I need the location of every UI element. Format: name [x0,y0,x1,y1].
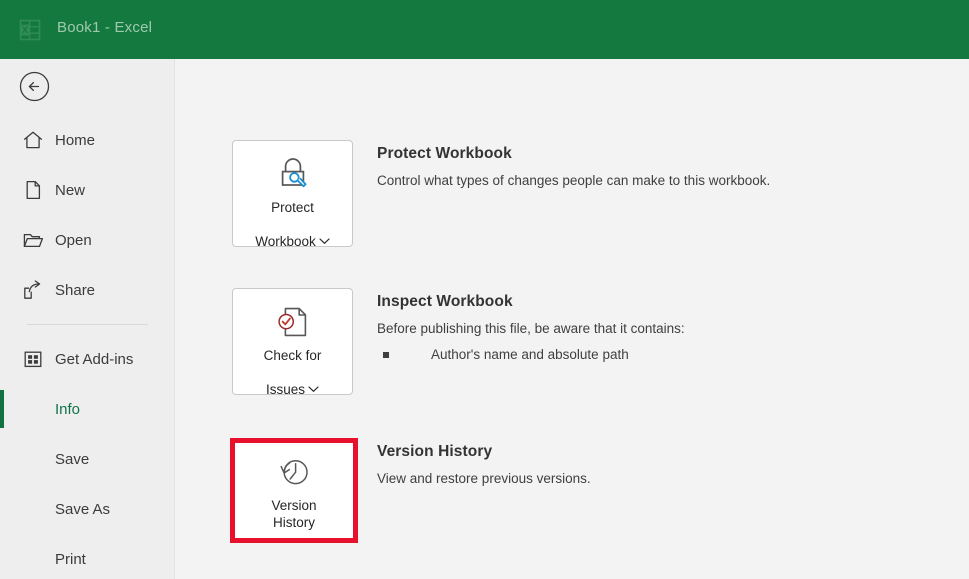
inspect-workbook-text: Inspect Workbook Before publishing this … [377,293,937,364]
folder-icon [22,229,44,251]
section-heading: Inspect Workbook [377,293,513,310]
version-history-button-label: Version History [271,498,317,530]
addins-icon [22,348,44,370]
excel-backstage-info-view: Home New Open Share Get Add-ins Info Sav… [0,0,969,579]
selection-indicator [0,390,4,428]
list-item: Author's name and absolute path [377,345,937,364]
sidebar-item-label: Get Add-ins [55,350,134,368]
section-heading: Protect Workbook [377,145,512,162]
sidebar-item-info[interactable]: Info [0,384,175,434]
chevron-down-icon [308,363,319,397]
new-file-icon [22,179,44,201]
section-description: Before publishing this file, be aware th… [377,321,685,336]
protect-workbook-button-label: Protect Workbook [255,199,330,250]
sidebar-item-label: New [55,181,86,199]
backstage-content: Info Protect Workbook Protect Workbook [176,0,969,579]
sidebar-item-label: Print [55,550,86,568]
sidebar-item-label: Home [55,131,96,149]
version-history-button[interactable]: Version History [230,438,358,543]
section-description: Control what types of changes people can… [377,173,771,188]
bullet-icon [383,352,389,358]
document-check-icon [272,302,314,342]
backstage-sidebar: Home New Open Share Get Add-ins Info Sav… [0,0,175,579]
protect-workbook-text: Protect Workbook Control what types of c… [377,145,937,190]
sidebar-item-new[interactable]: New [0,165,175,215]
check-for-issues-button[interactable]: Check for Issues [232,288,353,397]
sidebar-item-save[interactable]: Save [0,434,175,484]
svg-text:X: X [22,25,28,35]
sidebar-divider [27,324,148,325]
sidebar-item-label: Info [55,400,81,418]
sidebar-item-get-add-ins[interactable]: Get Add-ins [0,334,175,384]
back-arrow-icon [19,71,50,102]
title-bar: X Book1 - Excel [0,0,969,59]
sidebar-item-label: Open [55,231,92,249]
sidebar-item-label: Share [55,281,96,299]
back-button[interactable] [19,71,50,102]
sidebar-nav-list: Home New Open Share Get Add-ins Info Sav… [0,115,175,579]
home-icon [22,129,44,151]
sidebar-item-open[interactable]: Open [0,215,175,265]
section-heading: Version History [377,443,493,460]
sidebar-item-print[interactable]: Print [0,534,175,579]
protect-workbook-button[interactable]: Protect Workbook [232,140,353,250]
check-for-issues-button-label: Check for Issues [263,348,322,397]
excel-logo-icon: X [16,16,44,44]
clock-history-icon [273,452,315,492]
inspect-findings-list: Author's name and absolute path [377,345,937,364]
list-item-label: Author's name and absolute path [431,347,629,362]
lock-key-icon [272,154,314,194]
chevron-down-icon [319,215,330,249]
sidebar-item-label: Save [55,450,90,468]
sidebar-item-share[interactable]: Share [0,265,175,315]
section-description: View and restore previous versions. [377,471,591,486]
version-history-text: Version History View and restore previou… [377,443,937,488]
share-icon [22,279,44,301]
sidebar-item-label: Save As [55,500,111,518]
window-title: Book1 - Excel [57,19,153,36]
sidebar-item-save-as[interactable]: Save As [0,484,175,534]
sidebar-item-home[interactable]: Home [0,115,175,165]
